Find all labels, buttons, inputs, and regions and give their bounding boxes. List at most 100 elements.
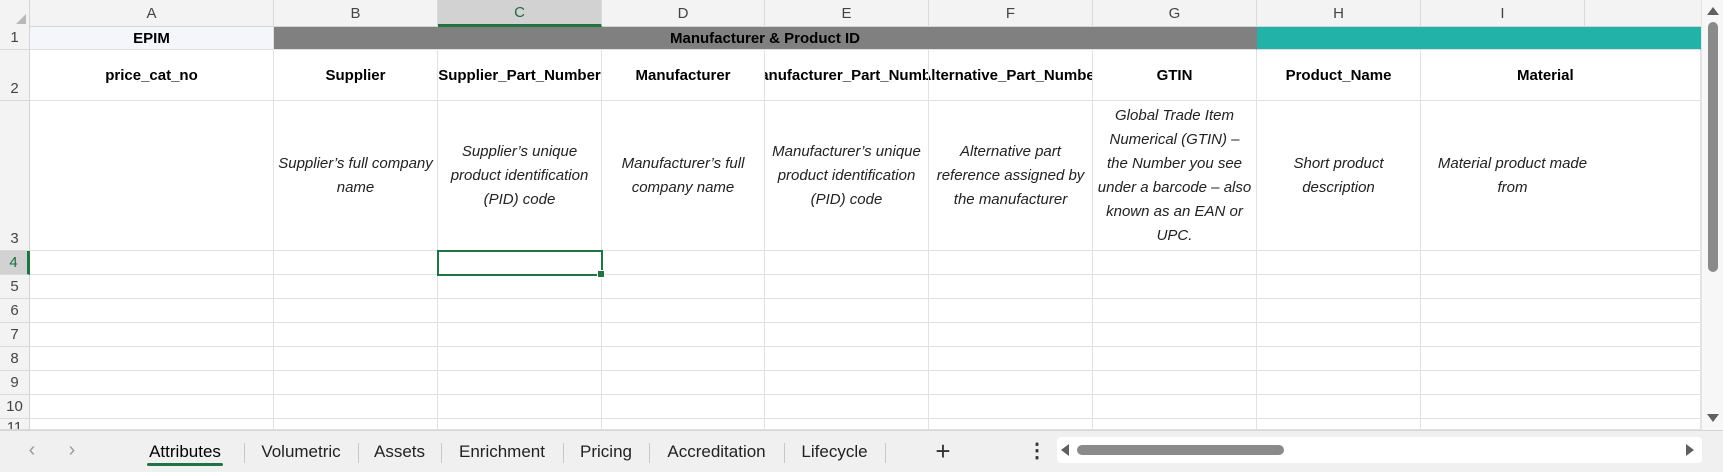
- description-alternative-part-number[interactable]: Alternative part reference assigned by t…: [929, 101, 1093, 251]
- grid-cell[interactable]: [1093, 323, 1257, 347]
- grid-cell[interactable]: [30, 299, 274, 323]
- column-header-g[interactable]: G: [1093, 0, 1257, 27]
- tab-pricing[interactable]: Pricing: [563, 431, 649, 472]
- grid-cell[interactable]: [765, 299, 929, 323]
- grid-cell[interactable]: [929, 251, 1093, 275]
- grid-cell[interactable]: [602, 299, 765, 323]
- grid-cell[interactable]: [1093, 275, 1257, 299]
- row-header-8[interactable]: 8: [0, 347, 30, 371]
- header-supplier-part-number[interactable]: Supplier_Part_Number: [438, 50, 602, 101]
- row-header-9[interactable]: 9: [0, 371, 30, 395]
- column-header-c[interactable]: C: [438, 0, 602, 27]
- grid-cell[interactable]: [438, 395, 602, 419]
- description-supplier[interactable]: Supplier’s full company name: [274, 101, 438, 251]
- grid-cell[interactable]: [30, 275, 274, 299]
- chevron-right-icon[interactable]: ›: [62, 440, 82, 461]
- grid-cell[interactable]: [929, 395, 1093, 419]
- column-header-b[interactable]: B: [274, 0, 438, 27]
- grid-cell[interactable]: [30, 251, 274, 275]
- header-supplier[interactable]: Supplier: [274, 50, 438, 101]
- row-header-3[interactable]: 3: [0, 101, 30, 251]
- grid-cell[interactable]: [765, 395, 929, 419]
- plus-icon[interactable]: +: [928, 437, 958, 467]
- grid-cell[interactable]: [274, 251, 438, 275]
- grid-cell[interactable]: [274, 395, 438, 419]
- description-manufacturer-part-number[interactable]: Manufacturer’s unique product identifica…: [765, 101, 929, 251]
- grid-cell[interactable]: [602, 347, 765, 371]
- manufacturer-product-id-group-cell[interactable]: Manufacturer & Product ID: [274, 27, 1257, 50]
- tab-assets[interactable]: Assets: [358, 431, 441, 472]
- grid-cell[interactable]: [929, 347, 1093, 371]
- description-material[interactable]: Material product made from: [1421, 101, 1701, 251]
- grid-cell[interactable]: [1093, 395, 1257, 419]
- grid-cell[interactable]: [602, 395, 765, 419]
- description-price-cat-no[interactable]: [30, 101, 274, 251]
- description-gtin[interactable]: Global Trade Item Numerical (GTIN) – the…: [1093, 101, 1257, 251]
- grid-cell[interactable]: [30, 371, 274, 395]
- grid-cell[interactable]: [765, 419, 929, 430]
- grid-cell[interactable]: [438, 371, 602, 395]
- grid-cell[interactable]: [1421, 251, 1701, 275]
- chevron-left-icon[interactable]: ‹: [22, 440, 42, 461]
- epim-header-cell[interactable]: EPIM: [30, 27, 274, 50]
- horizontal-scroll-thumb[interactable]: [1077, 445, 1284, 455]
- grid-cell[interactable]: [929, 371, 1093, 395]
- grid-cell[interactable]: [1257, 299, 1421, 323]
- grid-cell[interactable]: [929, 323, 1093, 347]
- horizontal-scrollbar[interactable]: [1057, 437, 1702, 463]
- grid-cell[interactable]: [438, 275, 602, 299]
- row-header-5[interactable]: 5: [0, 275, 30, 299]
- grid-cell[interactable]: [438, 323, 602, 347]
- grid-cell[interactable]: [30, 419, 274, 430]
- grid-cell[interactable]: [30, 395, 274, 419]
- grid-cell[interactable]: [1093, 299, 1257, 323]
- tab-accreditation[interactable]: Accreditation: [649, 431, 784, 472]
- grid-cell[interactable]: [1093, 347, 1257, 371]
- grid-cell[interactable]: [274, 323, 438, 347]
- grid-cell[interactable]: [438, 299, 602, 323]
- grid-cell[interactable]: [602, 419, 765, 430]
- tab-lifecycle[interactable]: Lifecycle: [784, 431, 885, 472]
- header-material[interactable]: Material: [1421, 50, 1701, 101]
- header-manufacturer[interactable]: Manufacturer: [602, 50, 765, 101]
- grid-cell[interactable]: [1421, 419, 1701, 430]
- tab-enrichment[interactable]: Enrichment: [441, 431, 563, 472]
- grid-cell[interactable]: [765, 251, 929, 275]
- grid-cell[interactable]: [765, 275, 929, 299]
- grid-cell[interactable]: [765, 323, 929, 347]
- description-supplier-part-number[interactable]: Supplier’s unique product identification…: [438, 101, 602, 251]
- grid-cell[interactable]: [1093, 419, 1257, 430]
- row-header-10[interactable]: 10: [0, 395, 30, 419]
- grid-cell[interactable]: [1257, 371, 1421, 395]
- row-header-6[interactable]: 6: [0, 299, 30, 323]
- grid-cell[interactable]: [1421, 275, 1701, 299]
- vertical-scrollbar[interactable]: [1701, 0, 1723, 430]
- grid-cell[interactable]: [30, 347, 274, 371]
- grid-cell[interactable]: [929, 299, 1093, 323]
- grid-cell[interactable]: [438, 419, 602, 430]
- column-header-h[interactable]: H: [1257, 0, 1421, 27]
- grid-cell[interactable]: [1257, 251, 1421, 275]
- header-gtin[interactable]: GTIN: [1093, 50, 1257, 101]
- grid-cell[interactable]: [929, 275, 1093, 299]
- scroll-left-icon[interactable]: [1061, 444, 1069, 456]
- grid-cell[interactable]: [274, 347, 438, 371]
- grid-cell[interactable]: [1421, 371, 1701, 395]
- row-header-7[interactable]: 7: [0, 323, 30, 347]
- row-header-11[interactable]: 11: [0, 419, 30, 430]
- column-header-i[interactable]: I: [1421, 0, 1585, 27]
- row-header-2[interactable]: 2: [0, 50, 30, 101]
- teal-group-cell[interactable]: [1257, 27, 1701, 50]
- grid-cell[interactable]: [1421, 323, 1701, 347]
- grid-cell[interactable]: [929, 419, 1093, 430]
- grid-cell[interactable]: [1257, 347, 1421, 371]
- tab-volumetric[interactable]: Volumetric: [244, 431, 358, 472]
- grid-cell[interactable]: [602, 371, 765, 395]
- column-header-a[interactable]: A: [30, 0, 274, 27]
- grid-cell[interactable]: [1093, 251, 1257, 275]
- grid-cell[interactable]: [1421, 395, 1701, 419]
- grid-cell[interactable]: [274, 371, 438, 395]
- grid-cell[interactable]: [438, 347, 602, 371]
- description-product-name[interactable]: Short product description: [1257, 101, 1421, 251]
- row-header-4[interactable]: 4: [0, 251, 30, 275]
